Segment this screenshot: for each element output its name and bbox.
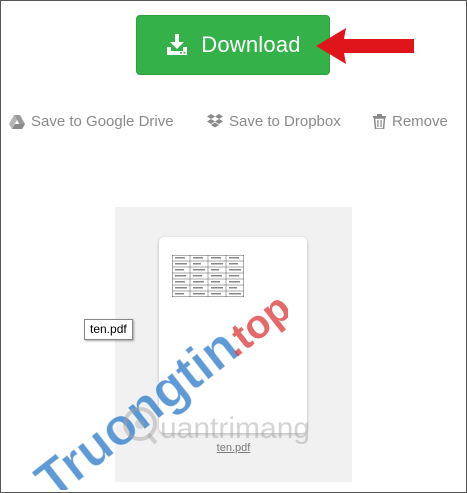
save-to-dropbox-label: Save to Dropbox <box>229 113 341 130</box>
remove-button[interactable]: Remove <box>373 113 448 130</box>
save-to-google-drive-button[interactable]: Save to Google Drive <box>9 113 174 130</box>
preview-panel: ten.pdf <box>115 207 352 482</box>
annotation-arrow <box>316 28 414 64</box>
action-row: Save to Google Drive Save to Dropbox Rem… <box>0 113 467 135</box>
download-icon <box>167 34 188 55</box>
remove-label: Remove <box>392 113 448 130</box>
file-card[interactable] <box>159 237 307 433</box>
file-name-link[interactable]: ten.pdf <box>115 442 352 454</box>
download-label: Download <box>201 32 301 57</box>
file-name-tooltip: ten.pdf <box>84 319 133 340</box>
google-drive-icon <box>9 114 25 129</box>
save-to-google-drive-label: Save to Google Drive <box>31 113 174 130</box>
save-to-dropbox-button[interactable]: Save to Dropbox <box>207 113 341 130</box>
download-button[interactable]: Download <box>136 15 330 75</box>
pdf-thumbnail <box>172 255 244 297</box>
trash-icon <box>373 114 386 129</box>
dropbox-icon <box>207 114 223 128</box>
